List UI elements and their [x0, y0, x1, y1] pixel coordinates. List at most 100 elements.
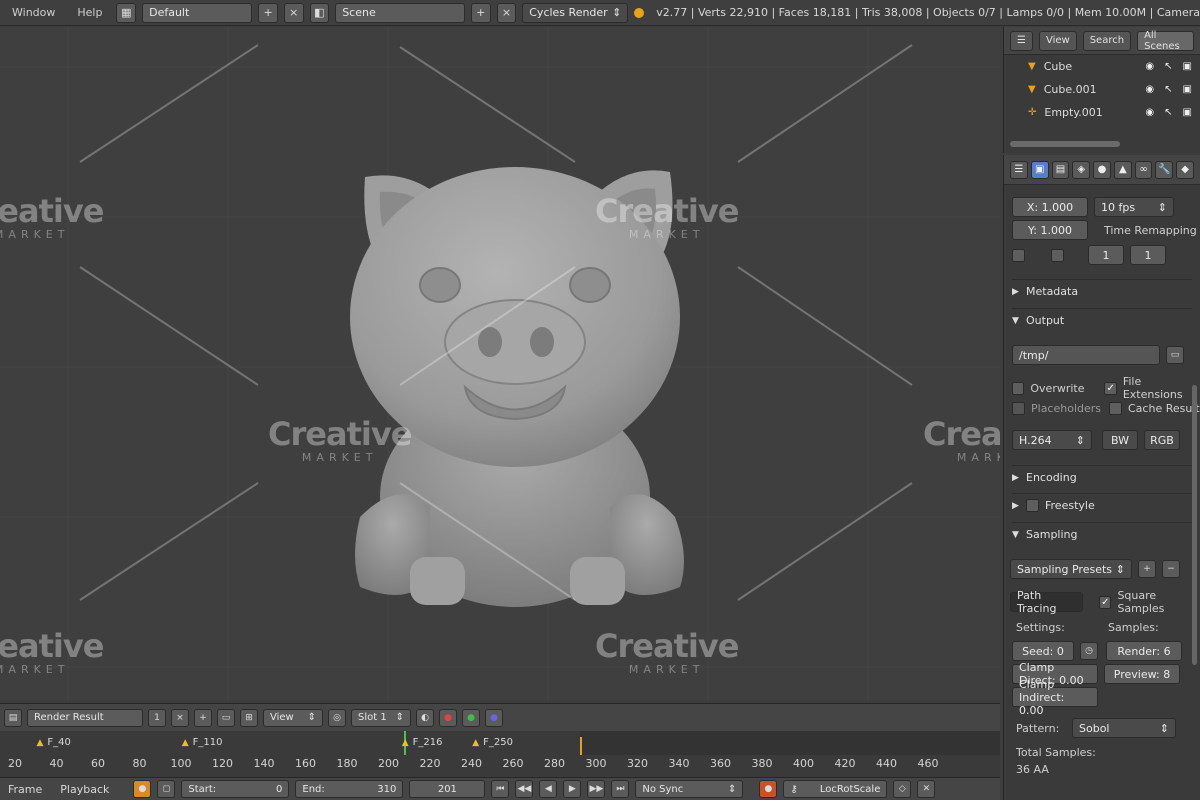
- add-layout-icon[interactable]: +: [258, 2, 278, 23]
- sampling-presets-select[interactable]: Sampling Presets ⇕: [1010, 559, 1132, 579]
- section-sampling[interactable]: ▼ Sampling: [1012, 522, 1192, 544]
- properties-menu-icon[interactable]: ☰: [1010, 160, 1028, 179]
- cache-result-checkbox[interactable]: [1109, 402, 1122, 415]
- tab-search[interactable]: Search: [1082, 30, 1132, 51]
- red-channel-icon[interactable]: ●: [439, 708, 457, 727]
- menu-window[interactable]: Window: [4, 6, 63, 19]
- data-tab-icon[interactable]: ◆: [1176, 160, 1195, 179]
- eye-icon[interactable]: ◉: [1145, 84, 1154, 95]
- preview-range-icon[interactable]: ◻: [157, 780, 176, 798]
- eye-icon[interactable]: ◉: [1145, 107, 1154, 118]
- editor-type-icon[interactable]: ▤: [4, 708, 22, 727]
- section-encoding[interactable]: ▶ Encoding: [1012, 465, 1192, 487]
- cursor-icon[interactable]: ↖: [1164, 84, 1172, 95]
- layers-tab-icon[interactable]: ▤: [1051, 160, 1070, 179]
- tab-all-scenes[interactable]: All Scenes: [1137, 30, 1194, 52]
- view-menu[interactable]: View ⇕: [263, 708, 323, 727]
- remove-scene-icon[interactable]: ×: [496, 2, 517, 23]
- time-remap-old[interactable]: 1: [1088, 245, 1124, 265]
- outliner-item[interactable]: ▼ Cube.001 ◉ ↖ ▣: [1004, 78, 1200, 101]
- freestyle-checkbox[interactable]: [1026, 499, 1039, 512]
- cursor-icon[interactable]: ↖: [1164, 61, 1172, 72]
- add-preset-icon[interactable]: +: [1138, 560, 1156, 578]
- scene-tab-icon[interactable]: ◈: [1072, 160, 1091, 179]
- section-metadata[interactable]: ▶ Metadata: [1012, 279, 1192, 301]
- rgb-button[interactable]: RGB: [1144, 430, 1180, 450]
- layout-icon[interactable]: ▦: [116, 2, 137, 23]
- camera-icon[interactable]: ▣: [1183, 61, 1192, 72]
- layout-select[interactable]: Default: [142, 2, 253, 23]
- pattern-select[interactable]: Sobol ⇕: [1072, 718, 1176, 738]
- play-icon[interactable]: ▶: [563, 780, 582, 798]
- border-checkbox[interactable]: [1012, 248, 1025, 262]
- pin-icon[interactable]: ⊞: [240, 708, 258, 727]
- object-tab-icon[interactable]: ▲: [1113, 160, 1132, 179]
- timeline[interactable]: 20 40 60 80 100 120 140 160 180 200 220 240 260 280 30…: [0, 731, 1000, 777]
- outliner-menu-icon[interactable]: ☰: [1010, 30, 1033, 51]
- world-tab-icon[interactable]: ●: [1093, 160, 1111, 179]
- clamp-indirect-field[interactable]: Clamp Indirect: 0.00: [1012, 678, 1098, 717]
- render-samples-field[interactable]: Render: 6: [1106, 641, 1182, 661]
- close-icon[interactable]: ×: [171, 708, 189, 727]
- green-channel-icon[interactable]: ●: [462, 708, 480, 727]
- camera-icon[interactable]: ▣: [1183, 84, 1192, 95]
- pig-model[interactable]: [320, 137, 720, 617]
- jump-end-icon[interactable]: ⏭: [611, 780, 630, 798]
- slot-select[interactable]: Slot 1 ⇕: [351, 708, 411, 727]
- image-slot-field[interactable]: 1: [148, 708, 166, 727]
- outliner-item[interactable]: ▼ Cube ◉ ↖ ▣: [1004, 55, 1200, 78]
- fps-select[interactable]: 10 fps ⇕: [1094, 197, 1174, 217]
- section-output[interactable]: ▼ Output: [1012, 308, 1192, 330]
- image-select[interactable]: Render Result: [27, 708, 143, 727]
- eye-icon[interactable]: ◉: [1145, 61, 1154, 72]
- blue-channel-icon[interactable]: ●: [485, 708, 503, 727]
- display-mode-icon[interactable]: ◎: [328, 708, 346, 727]
- render-tab-icon[interactable]: ▣: [1030, 160, 1049, 179]
- remove-preset-icon[interactable]: −: [1162, 560, 1180, 578]
- clock-icon[interactable]: ◷: [1080, 642, 1098, 660]
- modifier-tab-icon[interactable]: 🔧: [1155, 160, 1174, 179]
- outliner-item[interactable]: ✛ Empty.001 ◉ ↖ ▣: [1004, 101, 1200, 124]
- aspect-x-field[interactable]: X: 1.000: [1012, 197, 1088, 217]
- 3d-viewport[interactable]: CreativeMARKET CreativeMARKET CreativeMA…: [0, 27, 1000, 700]
- insert-keyframe-icon[interactable]: ◇: [893, 780, 912, 798]
- path-tracing-select[interactable]: Path Tracing: [1010, 589, 1084, 615]
- timeline-marker[interactable]: ▲ F_250: [472, 737, 513, 748]
- end-frame-field[interactable]: End: 310: [295, 780, 404, 798]
- properties-scrollbar[interactable]: [1192, 385, 1197, 665]
- play-reverse-icon[interactable]: ◀: [539, 780, 558, 798]
- new-image-icon[interactable]: +: [194, 708, 212, 727]
- playback-menu[interactable]: Playback: [60, 783, 109, 796]
- camera-icon[interactable]: ▣: [1183, 107, 1192, 118]
- constraints-tab-icon[interactable]: ∞: [1134, 160, 1153, 179]
- scene-select[interactable]: Scene: [335, 2, 465, 23]
- seed-field[interactable]: Seed: 0: [1012, 641, 1074, 661]
- delete-keyframe-icon[interactable]: ✕: [917, 780, 936, 798]
- timeline-marker[interactable]: ▲ F_40: [37, 737, 71, 748]
- timeline-marker[interactable]: ▲ F_110: [182, 737, 223, 748]
- record-icon[interactable]: ●: [133, 780, 152, 798]
- time-remap-new[interactable]: 1: [1130, 245, 1166, 265]
- folder-icon[interactable]: ▭: [1166, 346, 1184, 364]
- open-image-icon[interactable]: ▭: [217, 708, 235, 727]
- file-format-select[interactable]: H.264 ⇕: [1012, 430, 1092, 450]
- add-scene-icon[interactable]: +: [470, 2, 491, 23]
- square-samples-checkbox[interactable]: ✓: [1099, 595, 1112, 609]
- menu-help[interactable]: Help: [69, 6, 110, 19]
- section-freestyle[interactable]: ▶ Freestyle: [1012, 493, 1192, 515]
- placeholders-checkbox[interactable]: [1012, 402, 1025, 415]
- tab-view[interactable]: View: [1038, 30, 1077, 51]
- remove-layout-icon[interactable]: ×: [283, 2, 304, 23]
- alpha-channel-icon[interactable]: ◐: [416, 708, 434, 727]
- start-frame-field[interactable]: Start: 0: [181, 780, 290, 798]
- file-extensions-checkbox[interactable]: ✓: [1104, 381, 1117, 395]
- prev-keyframe-icon[interactable]: ◀◀: [515, 780, 534, 798]
- overwrite-checkbox[interactable]: [1012, 381, 1025, 395]
- frame-menu[interactable]: Frame: [8, 783, 42, 796]
- bw-button[interactable]: BW: [1102, 430, 1138, 450]
- render-engine-select[interactable]: Cycles Render ⇕: [522, 2, 629, 23]
- crop-checkbox[interactable]: [1051, 248, 1064, 262]
- next-keyframe-icon[interactable]: ▶▶: [587, 780, 606, 798]
- auto-keying-icon[interactable]: ●: [759, 780, 778, 798]
- output-path-field[interactable]: /tmp/: [1012, 345, 1160, 365]
